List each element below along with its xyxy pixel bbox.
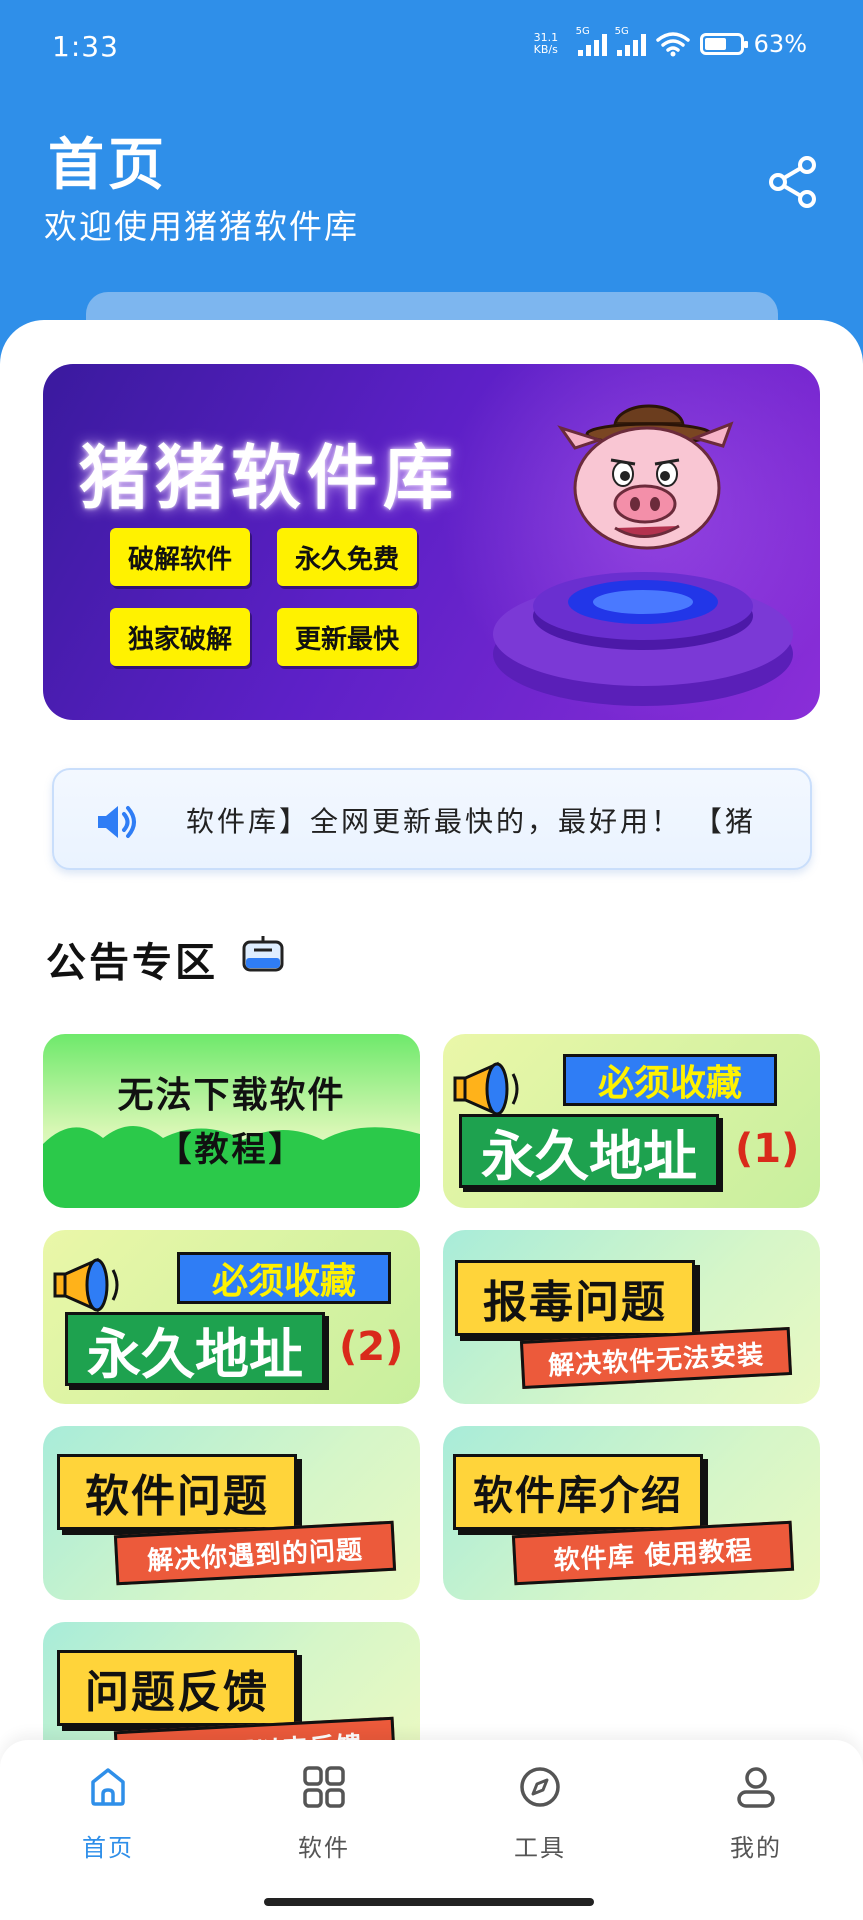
page-subtitle: 欢迎使用猪猪软件库 <box>44 207 359 246</box>
banner-tag: 更新最快 <box>277 608 417 666</box>
network-type-label-2: 5G <box>614 26 629 37</box>
card-top-label-text: 必须收藏 <box>211 1261 356 1302</box>
nav-label: 工具 <box>514 1834 566 1862</box>
card-subtitle: 【教程】 <box>157 1130 306 1170</box>
notice-text: 软件库】全网更新最快的，最好用！ 【猪 <box>186 805 756 838</box>
banner[interactable]: 猪猪软件库 破解软件 永久免费 独家破解 更新最快 <box>43 364 820 720</box>
card-top-label: 必须收藏 <box>177 1252 391 1304</box>
network-type-label: 5G <box>575 26 590 37</box>
speaker-icon <box>98 806 136 838</box>
card-title: 问题反馈 <box>57 1650 297 1726</box>
bottom-nav: 首页 软件 工具 我的 <box>0 1740 863 1920</box>
section-title: 公告专区 <box>46 940 218 986</box>
nav-label: 首页 <box>82 1834 134 1862</box>
pig-mascot-icon <box>557 404 734 550</box>
battery-percent: 63% <box>753 30 807 58</box>
status-time: 1:33 <box>52 30 119 63</box>
card-main-label: 永久地址 <box>459 1114 719 1188</box>
card-subtitle: 软件库 使用教程 <box>511 1520 795 1586</box>
signal-icon-2: 5G <box>615 26 646 56</box>
board-icon <box>242 936 284 972</box>
nav-label: 软件 <box>298 1834 350 1862</box>
page-title: 首页 <box>48 133 168 198</box>
share-icon <box>769 156 816 208</box>
card-top-label-text: 必须收藏 <box>597 1063 742 1104</box>
wifi-icon <box>655 32 690 57</box>
card-permanent-address-1[interactable]: 必须收藏 永久地址 (1) <box>443 1034 820 1208</box>
card-download-tutorial[interactable]: 无法下载软件 【教程】 <box>43 1034 420 1208</box>
home-indicator[interactable] <box>264 1898 594 1906</box>
home-icon <box>91 1768 125 1806</box>
notice-marquee[interactable]: 软件库】全网更新最快的，最好用！ 【猪 <box>52 768 812 870</box>
card-main-label: 永久地址 <box>65 1312 325 1386</box>
user-icon <box>737 1767 775 1808</box>
card-subtitle: 解决你遇到的问题 <box>113 1520 397 1586</box>
battery-fill <box>704 38 727 50</box>
card-software-issue[interactable]: 软件问题 解决你遇到的问题 <box>43 1426 420 1600</box>
status-bar: 1:33 31.1 KB/s 5G 5G 63% <box>0 0 863 100</box>
card-title: 软件问题 <box>57 1454 297 1530</box>
share-button[interactable] <box>767 155 819 209</box>
banner-title: 猪猪软件库 <box>79 437 459 519</box>
nav-profile[interactable]: 我的 <box>686 1764 826 1874</box>
compass-icon <box>520 1767 560 1807</box>
banner-tag: 独家破解 <box>110 608 250 666</box>
card-number-label: (1) <box>735 1126 800 1172</box>
card-subtitle: 解决软件无法安装 <box>519 1326 793 1390</box>
nav-tools[interactable]: 工具 <box>470 1764 610 1874</box>
card-title: 无法下载软件 <box>117 1075 346 1116</box>
signal-icon: 5G <box>576 26 607 56</box>
card-title: 软件库介绍 <box>453 1454 703 1530</box>
card-library-intro[interactable]: 软件库介绍 软件库 使用教程 <box>443 1426 820 1600</box>
card-title: 报毒问题 <box>455 1260 695 1336</box>
status-indicators: 31.1 KB/s 5G 5G 63% <box>533 26 807 58</box>
card-permanent-address-2[interactable]: 必须收藏 永久地址 (2) <box>43 1230 420 1404</box>
nav-label: 我的 <box>730 1834 782 1862</box>
network-speed: 31.1 KB/s <box>533 31 559 56</box>
nav-software[interactable]: 软件 <box>254 1764 394 1874</box>
grid-pattern-graphic <box>43 1126 420 1208</box>
card-number-label: (2) <box>339 1324 404 1370</box>
battery-icon <box>699 33 748 55</box>
banner-tag: 破解软件 <box>110 528 250 586</box>
card-virus-alert[interactable]: 报毒问题 解决软件无法安装 <box>443 1230 820 1404</box>
card-feedback[interactable]: 问题反馈 有问题可以来反馈 <box>43 1622 420 1740</box>
banner-tag: 永久免费 <box>277 528 417 586</box>
grid-icon <box>303 1766 345 1808</box>
card-top-label: 必须收藏 <box>563 1054 777 1106</box>
nav-home[interactable]: 首页 <box>38 1764 178 1874</box>
